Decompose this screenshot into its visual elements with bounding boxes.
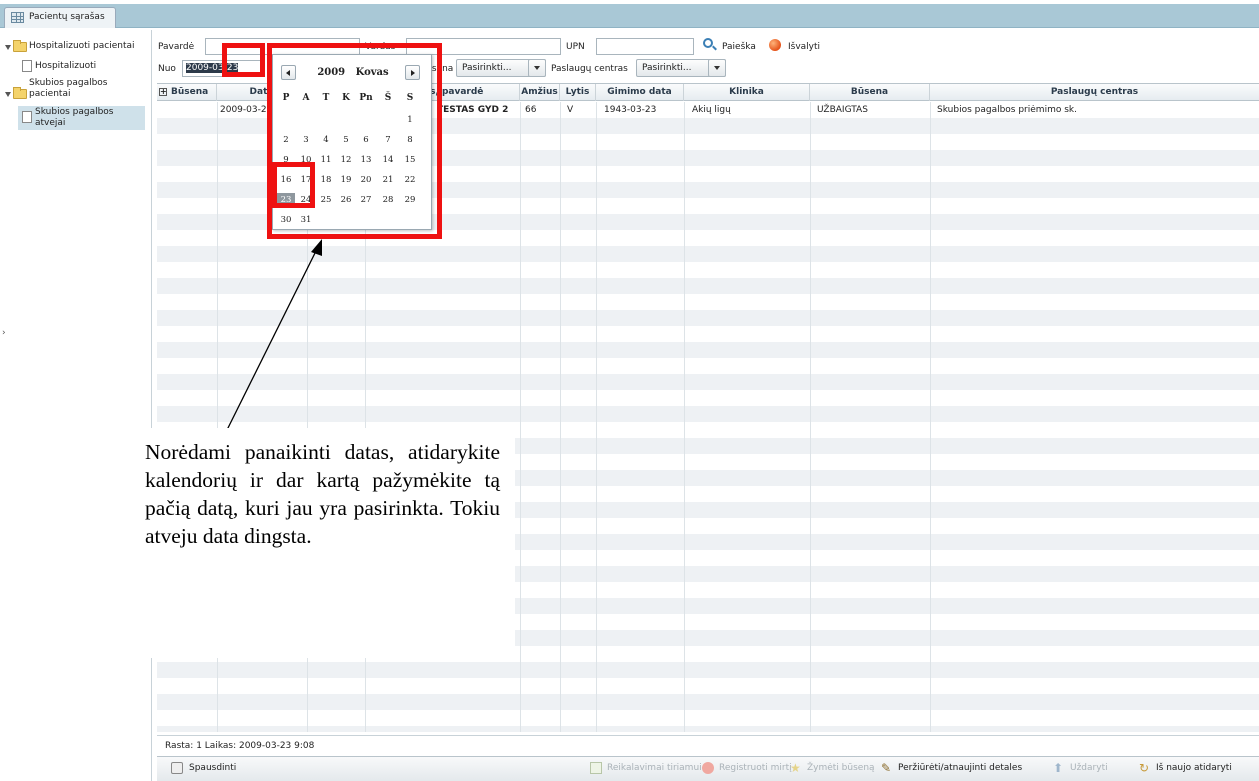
annotation-pointer [221, 239, 322, 441]
annotation-callout: Norėdami panaikinti datas, atidarykite k… [145, 428, 515, 658]
pointer-line [221, 246, 319, 441]
annotation-text: Norėdami panaikinti datas, atidarykite k… [145, 440, 500, 548]
arrowhead-icon [311, 239, 322, 256]
